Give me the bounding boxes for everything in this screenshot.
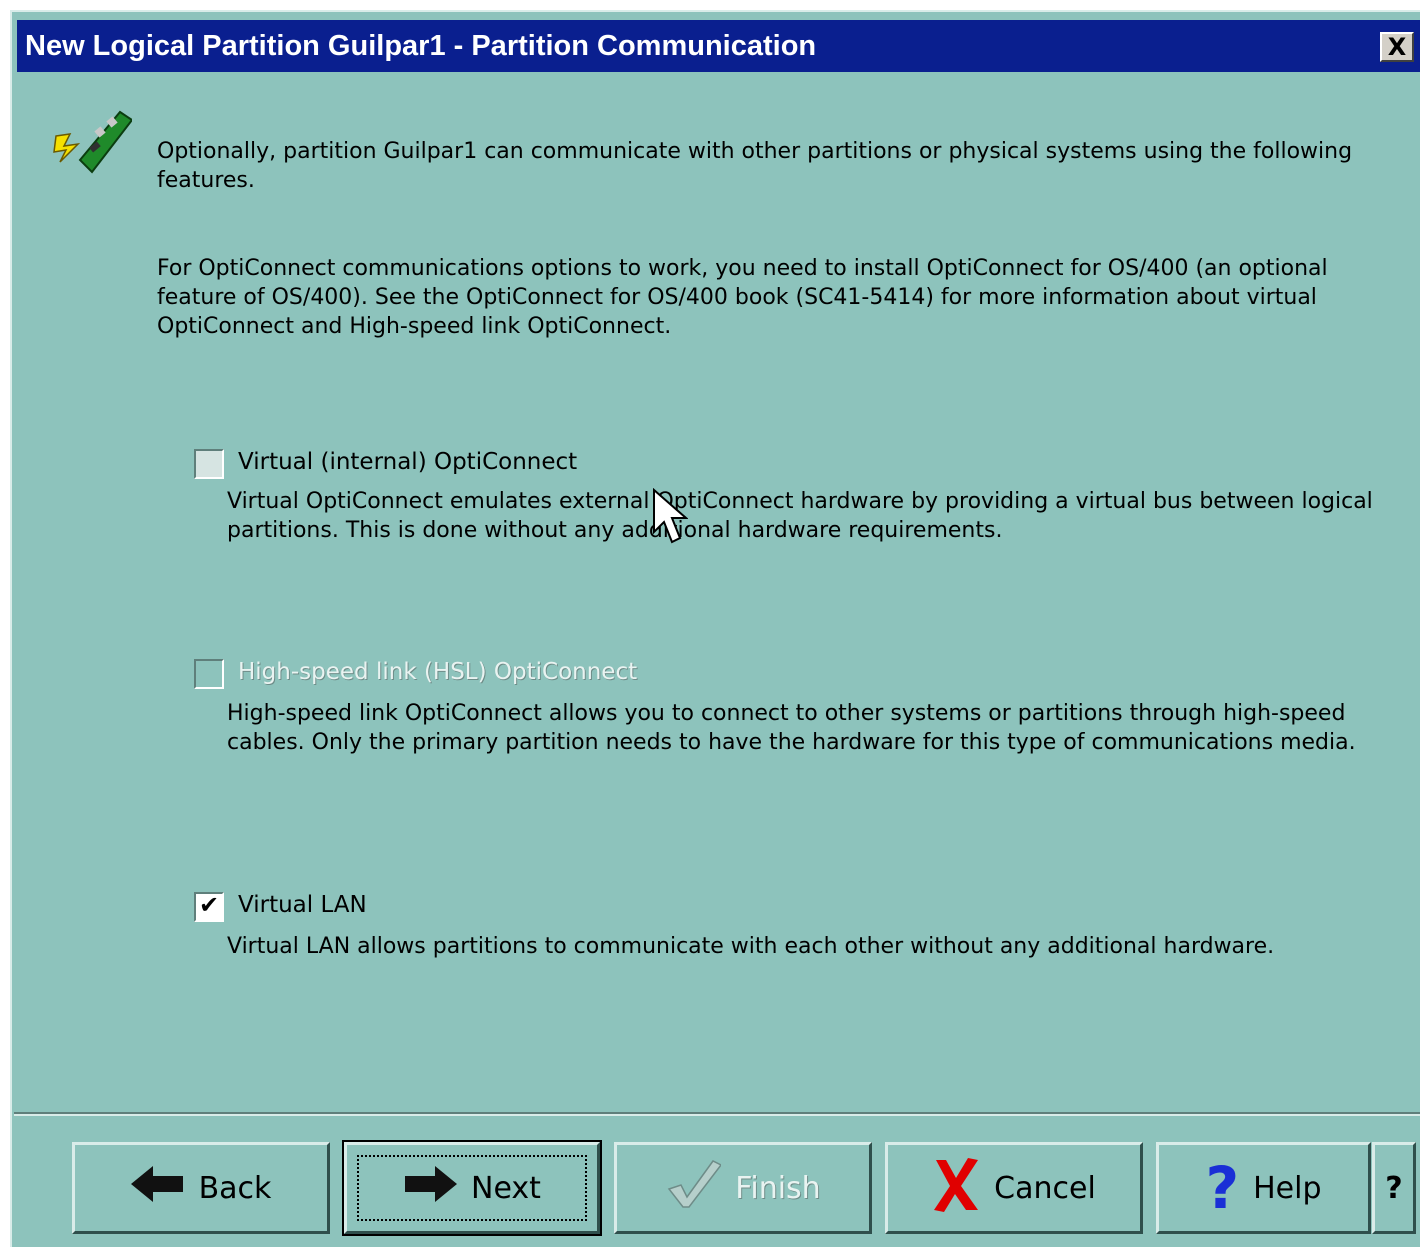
checkmark-icon: ✔: [199, 891, 220, 919]
virtual-opticonnect-label[interactable]: Virtual (internal) OptiConnect: [238, 449, 577, 475]
blue-question-mark-icon: ?: [1205, 1154, 1240, 1222]
cancel-label: Cancel: [994, 1170, 1096, 1206]
finish-button: Finish: [614, 1142, 872, 1234]
intro-text: Optionally, partition Guilpar1 can commu…: [157, 139, 1353, 193]
whats-this-label: ?: [1385, 1170, 1403, 1206]
red-x-icon: [932, 1156, 980, 1220]
window-title: New Logical Partition Guilpar1 - Partiti…: [25, 30, 817, 62]
help-button[interactable]: ? Help: [1156, 1142, 1371, 1234]
virtual-opticonnect-description: Virtual OptiConnect emulates external Op…: [227, 489, 1373, 543]
back-button[interactable]: Back: [72, 1142, 330, 1234]
finish-label: Finish: [735, 1170, 821, 1206]
next-button[interactable]: Next: [342, 1140, 602, 1236]
close-button[interactable]: X: [1380, 32, 1414, 62]
mouse-pointer-icon: [653, 488, 688, 544]
lan-card-icon: [53, 110, 132, 174]
virtual-opticonnect-checkbox[interactable]: [194, 449, 224, 479]
whats-this-button[interactable]: ?: [1372, 1142, 1416, 1234]
back-label: Back: [198, 1170, 272, 1206]
title-bar[interactable]: New Logical Partition Guilpar1 - Partiti…: [17, 20, 1420, 72]
wizard-window: New Logical Partition Guilpar1 - Partiti…: [10, 10, 1420, 1247]
hsl-opticonnect-description: High-speed link OptiConnect allows you t…: [227, 701, 1356, 755]
virtual-lan-label[interactable]: Virtual LAN: [238, 892, 367, 918]
virtual-lan-checkbox[interactable]: ✔: [194, 891, 224, 922]
help-label: Help: [1253, 1170, 1322, 1206]
checkmark-icon: [665, 1159, 723, 1217]
hsl-opticonnect-checkbox: [194, 659, 224, 689]
opticonnect-requirement-text: For OptiConnect communications options t…: [157, 256, 1328, 339]
arrow-left-icon: [130, 1164, 185, 1212]
virtual-lan-description: Virtual LAN allows partitions to communi…: [227, 934, 1275, 959]
hsl-opticonnect-label: High-speed link (HSL) OptiConnect: [238, 659, 638, 685]
cancel-button[interactable]: Cancel: [885, 1142, 1143, 1234]
button-separator: [14, 1112, 1420, 1116]
focus-ring: [357, 1155, 587, 1221]
